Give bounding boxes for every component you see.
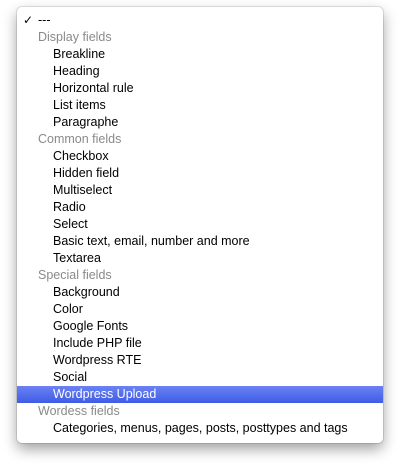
option-wordpress-upload-highlighted[interactable]: Wordpress Upload — [17, 386, 383, 403]
option-hidden-field[interactable]: Hidden field — [17, 165, 383, 182]
group-label-common-fields: Common fields — [38, 132, 122, 146]
option-checkbox[interactable]: Checkbox — [17, 148, 383, 165]
option-wordpress-rte[interactable]: Wordpress RTE — [17, 352, 383, 369]
option-include-php-file[interactable]: Include PHP file — [17, 335, 383, 352]
option-social[interactable]: Social — [17, 369, 383, 386]
option-multiselect[interactable]: Multiselect — [17, 182, 383, 199]
option-radio[interactable]: Radio — [17, 199, 383, 216]
option-color[interactable]: Color — [17, 301, 383, 318]
option-list-items[interactable]: List items — [17, 97, 383, 114]
select-dropdown-menu: ✓ --- Display fields Breakline Heading H… — [17, 7, 383, 443]
option-textarea[interactable]: Textarea — [17, 250, 383, 267]
option-paragraphe[interactable]: Paragraphe — [17, 114, 383, 131]
option-basic-text[interactable]: Basic text, email, number and more — [17, 233, 383, 250]
option-label: --- — [38, 13, 51, 27]
option-categories-menus-pages[interactable]: Categories, menus, pages, posts, posttyp… — [17, 420, 383, 437]
option-background[interactable]: Background — [17, 284, 383, 301]
option-breakline[interactable]: Breakline — [17, 46, 383, 63]
checkmark-icon: ✓ — [22, 13, 34, 27]
option-horizontal-rule[interactable]: Horizontal rule — [17, 80, 383, 97]
option-empty-selected[interactable]: ✓ --- — [17, 12, 383, 29]
group-label-wordess-fields: Wordess fields — [38, 404, 120, 418]
option-select[interactable]: Select — [17, 216, 383, 233]
option-heading[interactable]: Heading — [17, 63, 383, 80]
option-google-fonts[interactable]: Google Fonts — [17, 318, 383, 335]
group-label-special-fields: Special fields — [38, 268, 112, 282]
group-label-display-fields: Display fields — [38, 30, 112, 44]
